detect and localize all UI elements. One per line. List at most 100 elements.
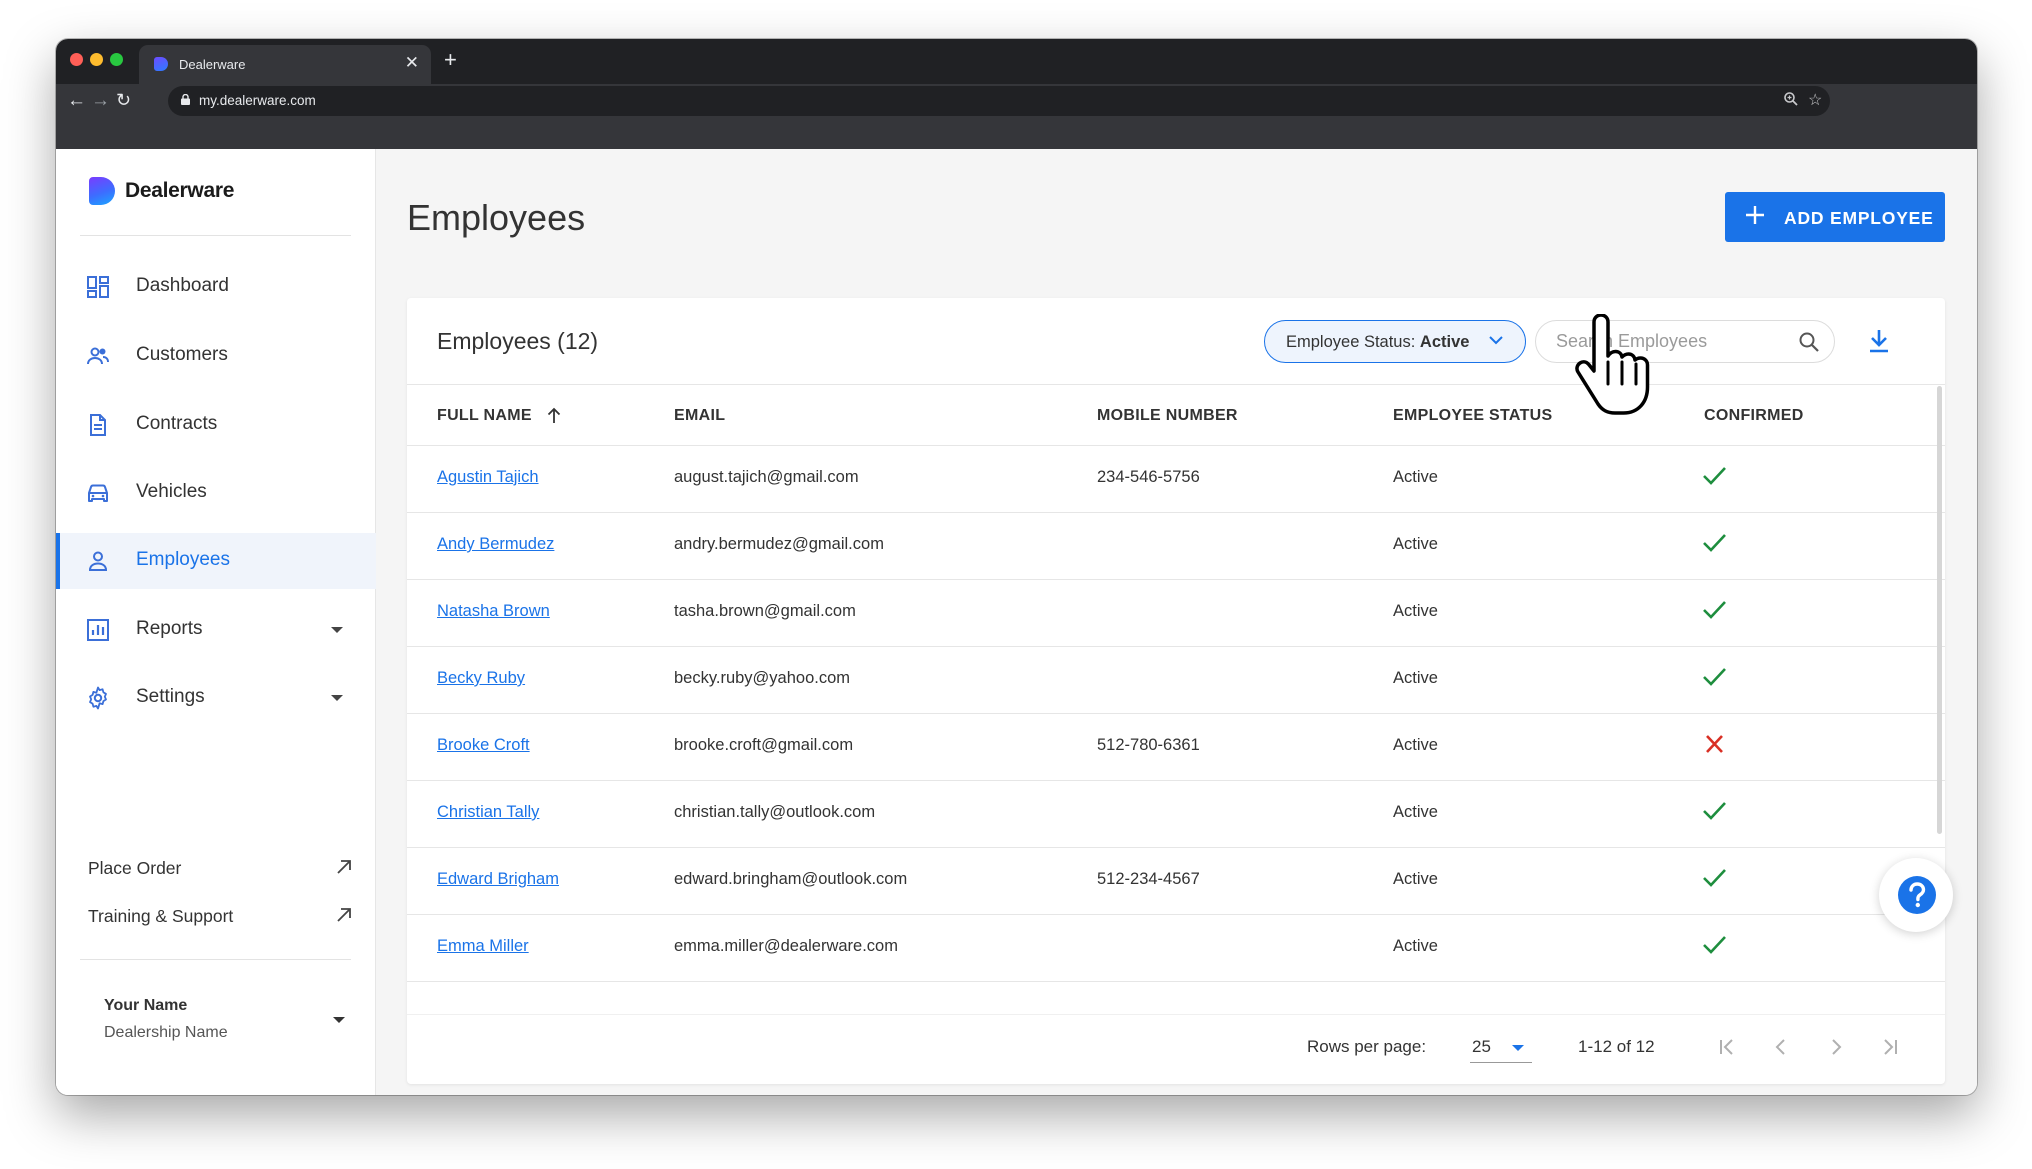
- download-icon[interactable]: [1867, 328, 1891, 354]
- url-text: my.dealerware.com: [199, 93, 316, 108]
- car-icon: [88, 484, 108, 502]
- add-employee-label: ADD EMPLOYEE: [1784, 208, 1934, 228]
- employee-name-link[interactable]: Brooke Croft: [437, 736, 530, 755]
- sidebar-divider: [80, 959, 351, 960]
- employee-name-link[interactable]: Andy Bermudez: [437, 535, 554, 554]
- table-row[interactable]: Natasha Brown tasha.brown@gmail.com Active: [407, 580, 1945, 647]
- sidebar-item-label: Employees: [136, 549, 230, 570]
- employee-email: brooke.croft@gmail.com: [674, 736, 854, 754]
- employee-email: emma.miller@dealerware.com: [674, 937, 898, 955]
- table-row[interactable]: Edward Brigham edward.bringham@outlook.co…: [407, 848, 1945, 915]
- checkmark-icon: [1703, 534, 1726, 552]
- sidebar-item-reports[interactable]: Reports: [56, 602, 376, 658]
- table-row[interactable]: Agustin Tajich august.tajich@gmail.com 234…: [407, 446, 1945, 513]
- checkmark-icon: [1703, 869, 1726, 887]
- training-support-label: Training & Support: [88, 906, 234, 926]
- last-page-icon[interactable]: [1878, 1035, 1902, 1059]
- sidebar-item-label: Contracts: [136, 413, 218, 434]
- table-row[interactable]: Brooke Croft brooke.croft@gmail.com 512-78…: [407, 714, 1945, 781]
- person-icon: [88, 551, 108, 571]
- employee-email: tasha.brown@gmail.com: [674, 602, 856, 620]
- table-row[interactable]: Becky Ruby becky.ruby@yahoo.com Active: [407, 647, 1945, 714]
- maximize-window-button[interactable]: [110, 53, 123, 66]
- employee-status: Active: [1393, 535, 1438, 553]
- table-header: FULL NAME EMAIL MOBILE NUMBER EMPLOYEE S…: [407, 384, 1945, 446]
- employee-name-link[interactable]: Becky Ruby: [437, 669, 525, 688]
- employee-status: Active: [1393, 602, 1438, 620]
- column-header-full-name[interactable]: FULL NAME: [437, 407, 532, 425]
- minimize-window-button[interactable]: [90, 53, 103, 66]
- column-header-email[interactable]: EMAIL: [674, 407, 725, 425]
- sidebar-item-customers[interactable]: Customers: [56, 328, 376, 384]
- table-row[interactable]: Andy Bermudez andry.bermudez@gmail.com Act…: [407, 513, 1945, 580]
- forward-arrow-icon[interactable]: →: [91, 90, 110, 112]
- next-page-icon[interactable]: [1824, 1035, 1848, 1059]
- plus-icon: [1746, 206, 1764, 224]
- employee-name-link[interactable]: Emma Miller: [437, 937, 529, 956]
- employees-card: Employees (12) Employee Status: Active F…: [407, 298, 1945, 1084]
- brand-logo[interactable]: Dealerware: [89, 177, 234, 205]
- table-row[interactable]: Emma Miller emma.miller@dealerware.com Act…: [407, 915, 1945, 982]
- column-header-status[interactable]: EMPLOYEE STATUS: [1393, 407, 1552, 425]
- column-header-confirmed[interactable]: CONFIRMED: [1704, 407, 1804, 425]
- employee-name-link[interactable]: Christian Tally: [437, 803, 539, 822]
- chevron-down-icon[interactable]: [331, 627, 343, 633]
- browser-toolbar: ← → ↻ my.dealerware.com ☆: [56, 84, 1977, 149]
- checkmark-icon: [1703, 601, 1726, 619]
- checkmark-icon: [1703, 668, 1726, 686]
- zoom-icon[interactable]: [1783, 91, 1799, 107]
- tab-close-icon[interactable]: ✕: [405, 54, 419, 72]
- place-order-link[interactable]: Place Order: [88, 854, 353, 884]
- first-page-icon[interactable]: [1715, 1035, 1739, 1059]
- back-arrow-icon[interactable]: ←: [67, 90, 86, 112]
- column-header-mobile[interactable]: MOBILE NUMBER: [1097, 407, 1238, 425]
- sidebar-item-label: Vehicles: [136, 481, 207, 502]
- tab-title: Dealerware: [179, 57, 246, 72]
- sidebar-item-employees[interactable]: Employees: [56, 533, 376, 589]
- help-button[interactable]: [1879, 858, 1953, 932]
- account-menu-chevron-icon[interactable]: [333, 1017, 345, 1023]
- close-window-button[interactable]: [70, 53, 83, 66]
- employee-name-link[interactable]: Natasha Brown: [437, 602, 550, 621]
- employee-status: Active: [1393, 669, 1438, 687]
- dashboard-icon: [87, 276, 109, 298]
- employee-status-filter[interactable]: Employee Status: Active: [1264, 320, 1526, 363]
- search-icon[interactable]: [1798, 331, 1820, 353]
- previous-page-icon[interactable]: [1769, 1035, 1793, 1059]
- employee-name-link[interactable]: Agustin Tajich: [437, 468, 539, 487]
- brand-name: Dealerware: [125, 179, 235, 202]
- table-footer-divider: [407, 1014, 1945, 1015]
- table-row[interactable]: Christian Tally christian.tally@outlook.c…: [407, 781, 1945, 848]
- employee-name-link[interactable]: Edward Brigham: [437, 870, 559, 889]
- sidebar-item-label: Customers: [136, 344, 228, 365]
- rows-per-page-select[interactable]: 25: [1470, 1037, 1532, 1063]
- rows-per-page-label: Rows per page:: [1307, 1037, 1427, 1056]
- tab-strip: Dealerware ✕ +: [56, 39, 1977, 84]
- checkmark-icon: [1703, 467, 1726, 485]
- sidebar-item-settings[interactable]: Settings: [56, 670, 376, 726]
- browser-tab[interactable]: Dealerware ✕: [139, 45, 431, 84]
- employee-email: andry.bermudez@gmail.com: [674, 535, 884, 553]
- status-filter-value: Active: [1419, 333, 1470, 351]
- table-scrollbar[interactable]: [1937, 386, 1942, 834]
- address-bar[interactable]: my.dealerware.com ☆: [168, 86, 1830, 116]
- sidebar-item-vehicles[interactable]: Vehicles: [56, 465, 376, 521]
- sidebar-item-label: Settings: [136, 686, 205, 707]
- sidebar-item-dashboard[interactable]: Dashboard: [56, 259, 376, 315]
- app-root: Dealerware Dashboard Customers Contracts…: [56, 149, 1977, 1095]
- sort-ascending-icon[interactable]: [547, 407, 561, 424]
- chevron-down-icon: [1489, 336, 1503, 345]
- status-filter-prefix: Employee Status:: [1286, 333, 1420, 351]
- sidebar-divider: [80, 235, 351, 236]
- sidebar-item-contracts[interactable]: Contracts: [56, 397, 376, 453]
- bookmark-star-icon[interactable]: ☆: [1808, 90, 1822, 110]
- document-icon: [90, 414, 106, 436]
- browser-window: Dealerware ✕ + ← → ↻ my.dealerware.com ☆…: [56, 39, 1977, 1095]
- chevron-down-icon[interactable]: [331, 695, 343, 701]
- reload-icon[interactable]: ↻: [116, 90, 131, 111]
- add-employee-button[interactable]: ADD EMPLOYEE: [1725, 192, 1945, 242]
- training-support-link[interactable]: Training & Support: [88, 902, 353, 932]
- new-tab-icon[interactable]: +: [444, 47, 457, 73]
- employee-status: Active: [1393, 803, 1438, 821]
- page-range: 1-12 of 12: [1578, 1037, 1655, 1056]
